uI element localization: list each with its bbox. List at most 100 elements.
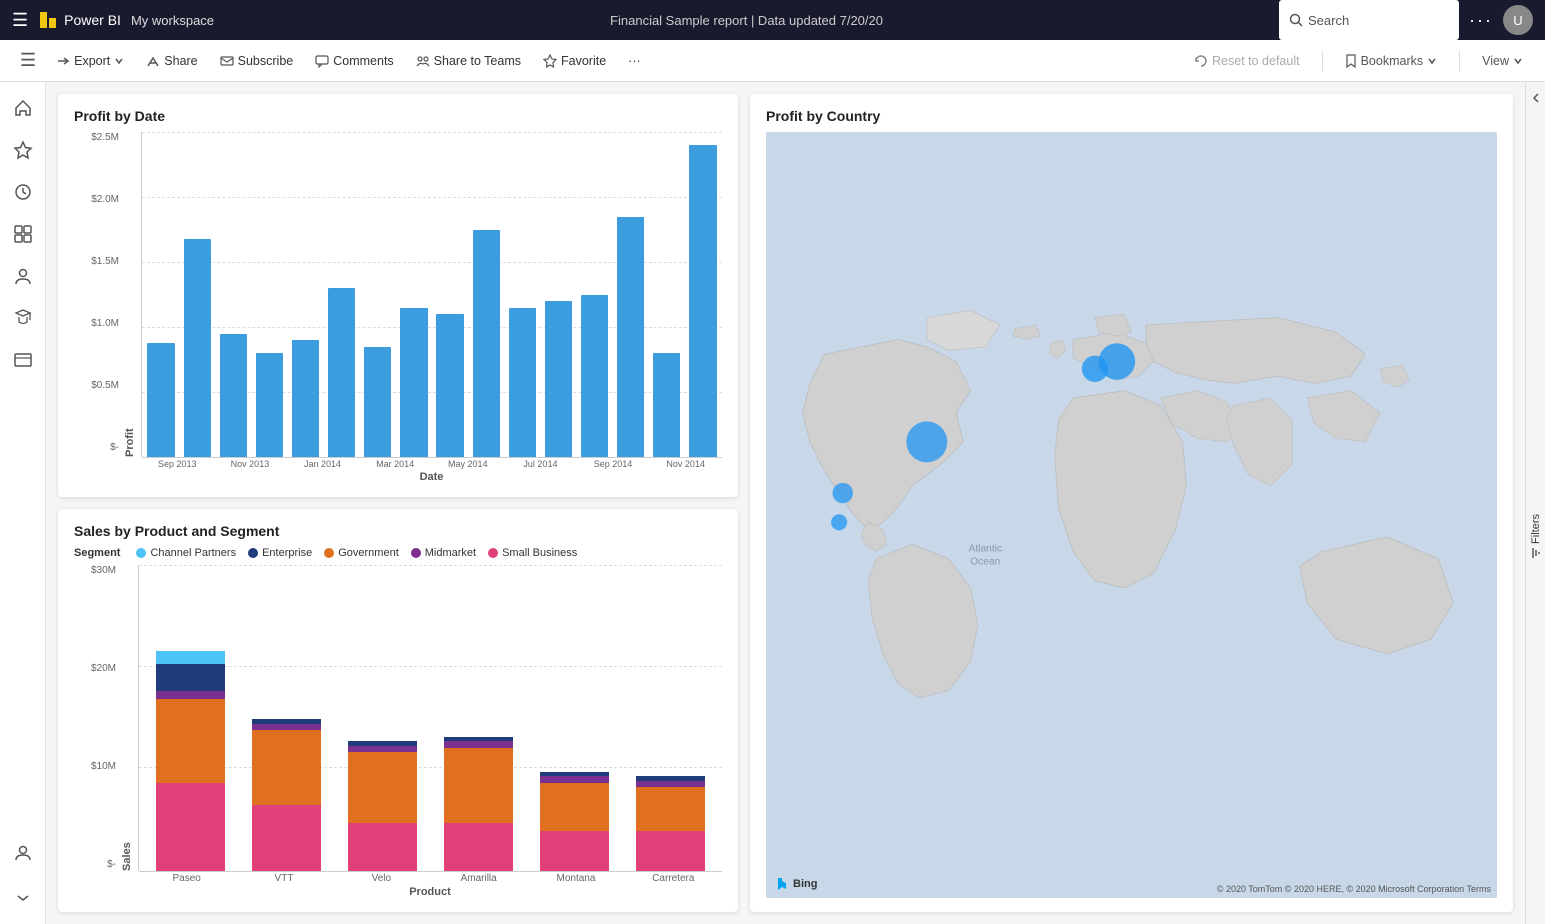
share-icon [146,54,160,68]
stacked-bar-col[interactable] [243,565,329,871]
bar-col[interactable] [144,132,178,457]
x-label-profit: Mar 2014 [359,459,432,469]
legend-item[interactable]: Enterprise [248,547,312,559]
sidebar-item-recent[interactable] [5,174,41,210]
sidebar-item-learn[interactable] [5,300,41,336]
bar-col[interactable] [397,132,431,457]
stacked-bar [444,737,513,871]
y-label-2_5m: $2.5M [91,132,119,143]
bars-inner [142,132,722,457]
view-label: View [1482,54,1509,68]
bookmarks-btn[interactable]: Bookmarks [1335,50,1448,72]
legend-item[interactable]: Government [324,547,399,559]
bar-col[interactable] [325,132,359,457]
legend-item[interactable]: Channel Partners [136,547,236,559]
map-bubble-mexico[interactable] [831,514,847,530]
x-labels-sales: PaseoVTTVeloAmarillaMontanaCarretera [138,873,722,884]
sidebar-item-workspaces[interactable] [5,342,41,378]
sales-by-product-card: Sales by Product and Segment SegmentChan… [58,509,738,912]
bar-col[interactable] [469,132,503,457]
stack-segment [156,699,225,783]
comments-btn[interactable]: Comments [305,50,403,72]
export-chevron-icon [114,56,124,66]
legend-item[interactable]: Midmarket [411,547,476,559]
map-bubble-usa[interactable] [833,483,853,503]
stack-segment [540,783,609,831]
bar-col[interactable] [686,132,720,457]
stacked-bar-col[interactable] [147,565,233,871]
subscribe-btn[interactable]: Subscribe [210,50,304,72]
sidebar-item-account[interactable] [5,834,41,870]
more-options-btn[interactable]: ··· [1469,10,1493,31]
stack-segment [156,664,225,690]
map-bubble-france[interactable] [1082,356,1108,382]
stacked-bar-col[interactable] [436,565,522,871]
stack-segment [252,730,321,805]
stacked-bar-col[interactable] [628,565,714,871]
sales-bars-area [138,565,722,871]
hamburger-menu[interactable]: ☰ [12,10,28,31]
reset-default-btn[interactable]: Reset to default [1184,50,1310,72]
reset-label: Reset to default [1212,54,1300,68]
map-attribution: © 2020 TomTom © 2020 HERE, © 2020 Micros… [1217,884,1491,894]
bar-col[interactable] [361,132,395,457]
search-box[interactable]: Search [1279,0,1459,40]
subscribe-icon [220,54,234,68]
legend-item[interactable]: Small Business [488,547,577,559]
legend-dot [488,548,498,558]
bar-col[interactable] [433,132,467,457]
profit-bar [292,340,319,457]
share-btn[interactable]: Share [136,50,207,72]
bar-col[interactable] [578,132,612,457]
profit-bars-area [141,132,722,457]
bar-col[interactable] [252,132,286,457]
stack-segment [636,787,705,831]
sidebar-item-people[interactable] [5,258,41,294]
stacked-bar [540,772,609,871]
share-teams-btn[interactable]: Share to Teams [406,50,531,72]
sales-y-axis-label: Sales [120,565,134,871]
bar-col[interactable] [216,132,250,457]
more-btn[interactable]: ··· [618,50,651,72]
export-btn[interactable]: Export [46,50,134,72]
stacked-bar-col[interactable] [339,565,425,871]
bookmarks-label: Bookmarks [1361,54,1424,68]
filters-label[interactable]: Filters [1530,474,1542,559]
stack-segment [348,746,417,753]
profit-bar [545,301,572,457]
legend-label: Small Business [502,547,577,559]
view-btn[interactable]: View [1472,50,1533,72]
bing-label: Bing [793,878,817,890]
map-container[interactable]: Atlantic Ocean [766,132,1497,898]
sidebar-item-expand[interactable] [5,876,41,912]
profit-bar [147,343,174,457]
sidebar-item-favorites[interactable] [5,132,41,168]
bar-col[interactable] [289,132,323,457]
profit-bar [689,145,716,457]
stacked-bar [348,741,417,871]
right-panel: Filters [1525,82,1545,924]
x-label-profit: Sep 2014 [577,459,650,469]
profit-bar [256,353,283,457]
sidebar-item-apps[interactable] [5,216,41,252]
workspace-label[interactable]: My workspace [131,13,214,28]
bar-col[interactable] [541,132,575,457]
bar-col[interactable] [505,132,539,457]
bar-col[interactable] [650,132,684,457]
map-bubble-canada[interactable] [906,421,947,462]
stacked-bar-col[interactable] [532,565,618,871]
bookmarks-chevron-icon [1427,56,1437,66]
user-avatar[interactable]: U [1503,5,1533,35]
legend-label: Government [338,547,399,559]
menu-toggle-btn[interactable]: ☰ [12,46,44,75]
share-teams-label: Share to Teams [434,54,521,68]
grid-line-bottom [142,457,722,458]
bar-col[interactable] [180,132,214,457]
x-label-sales: Amarilla [430,873,527,884]
sidebar-item-home[interactable] [5,90,41,126]
toolbar: ☰ Export Share Subscribe Comments Share … [0,40,1545,82]
collapse-icon[interactable] [1528,90,1544,109]
favorite-label: Favorite [561,54,606,68]
bar-col[interactable] [614,132,648,457]
favorite-btn[interactable]: Favorite [533,50,616,72]
